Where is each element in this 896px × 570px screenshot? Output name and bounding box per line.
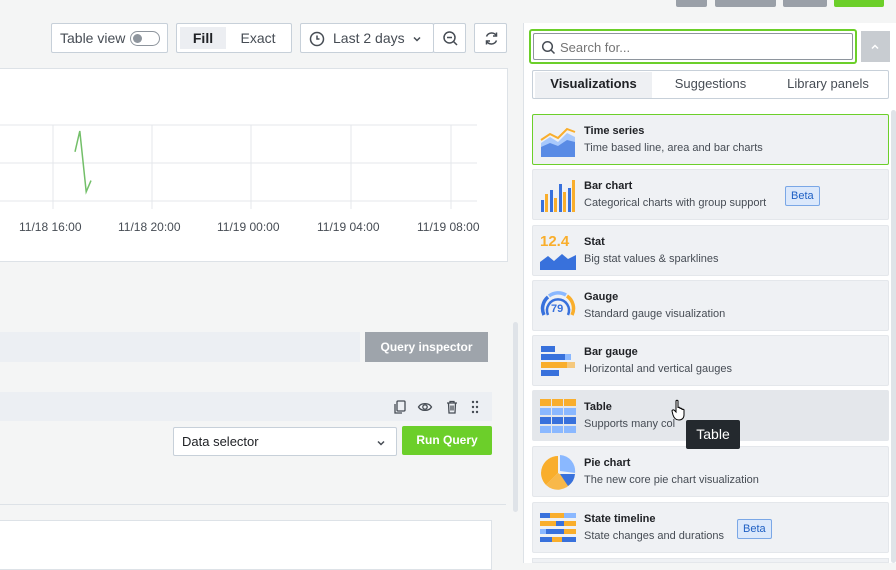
viz-card-gauge[interactable]: 79 Gauge Standard gauge visualization <box>532 280 889 331</box>
left-scrollbar[interactable] <box>513 322 518 512</box>
viz-name: Pie chart <box>584 457 631 469</box>
exact-button[interactable]: Exact <box>229 27 287 49</box>
tooltip: Table <box>686 420 740 449</box>
state-timeline-icon <box>540 513 576 542</box>
x-tick-label: 11/18 16:00 <box>19 220 82 234</box>
time-range-label: Last 2 days <box>333 30 405 46</box>
tab-suggestions[interactable]: Suggestions <box>652 72 769 98</box>
viz-name: Table <box>584 401 612 413</box>
beta-badge: Beta <box>785 186 820 206</box>
bar-chart-icon <box>541 180 575 212</box>
tab-library-panels[interactable]: Library panels <box>769 72 887 98</box>
collapse-sidebar-button[interactable] <box>861 31 890 62</box>
viz-desc: Supports many col <box>584 418 676 430</box>
viz-name: Time series <box>584 125 645 137</box>
table-view-toggle[interactable]: Table view <box>51 23 168 53</box>
series-line <box>74 130 92 195</box>
chevron-down-icon <box>413 36 421 42</box>
run-query-button[interactable]: Run Query <box>402 426 492 455</box>
viz-desc: State changes and durations <box>584 530 725 542</box>
viz-name: Bar gauge <box>584 346 638 358</box>
query-header-bar <box>0 332 360 362</box>
stat-icon: 12.4 <box>540 233 576 270</box>
time-range-picker[interactable]: Last 2 days <box>300 23 434 53</box>
gauge-icon: 79 <box>540 289 576 325</box>
viz-list-next-card <box>532 558 889 563</box>
search-box[interactable] <box>529 29 857 64</box>
toggle-switch[interactable] <box>130 31 160 46</box>
viz-desc: Standard gauge visualization <box>584 308 726 320</box>
viz-card-stat[interactable]: 12.4 Stat Big stat values & sparklines <box>532 225 889 276</box>
clock-icon <box>309 31 325 47</box>
viz-name: Stat <box>584 236 605 248</box>
stat-icon-value: 12.4 <box>540 233 570 250</box>
top-button-2[interactable] <box>715 0 776 7</box>
viz-name: State timeline <box>584 513 656 525</box>
eye-icon[interactable] <box>417 399 433 415</box>
pie-chart-icon <box>541 455 576 490</box>
viz-desc: The new core pie chart visualization <box>584 474 759 486</box>
viz-card-pie-chart[interactable]: Pie chart The new core pie chart visuali… <box>532 446 889 497</box>
table-icon <box>540 399 576 433</box>
fill-exact-group: Fill Exact <box>176 23 292 53</box>
x-tick-label: 11/19 08:00 <box>417 220 480 234</box>
viz-name: Bar chart <box>584 180 633 192</box>
refresh-button[interactable] <box>474 23 507 53</box>
search-input[interactable] <box>560 38 850 56</box>
viz-desc: Time based line, area and bar charts <box>584 142 763 154</box>
search-icon <box>541 40 556 55</box>
drag-handle-icon[interactable] <box>467 399 483 415</box>
data-selector-label: Data selector <box>182 434 259 449</box>
gauge-icon-value: 79 <box>551 303 564 315</box>
bar-gauge-icon <box>541 346 575 376</box>
zoom-out-icon <box>443 31 458 46</box>
hand-cursor-icon <box>671 399 685 421</box>
time-series-icon <box>540 127 576 157</box>
top-button-apply[interactable] <box>834 0 884 7</box>
viz-desc: Big stat values & sparklines <box>584 253 719 265</box>
data-selector-dropdown[interactable]: Data selector <box>173 427 397 456</box>
beta-badge: Beta <box>737 519 772 539</box>
chart-series <box>74 130 92 195</box>
copy-icon[interactable] <box>392 399 408 415</box>
zoom-out-button[interactable] <box>433 23 466 53</box>
section-divider <box>0 504 506 505</box>
refresh-icon <box>485 32 498 45</box>
fill-button[interactable]: Fill <box>180 27 226 49</box>
viz-name: Gauge <box>584 291 619 303</box>
viz-card-bar-gauge[interactable]: Bar gauge Horizontal and vertical gauges <box>532 335 889 386</box>
x-tick-label: 11/19 00:00 <box>217 220 280 234</box>
viz-card-bar-chart[interactable]: Bar chart Categorical charts with group … <box>532 169 889 220</box>
top-button-1[interactable] <box>676 0 707 7</box>
viz-desc: Horizontal and vertical gauges <box>584 363 732 375</box>
trash-icon[interactable] <box>444 399 460 415</box>
x-tick-label: 11/18 20:00 <box>118 220 181 234</box>
tab-visualizations[interactable]: Visualizations <box>535 72 652 98</box>
x-tick-label: 11/19 04:00 <box>317 220 380 234</box>
viz-desc: Categorical charts with group support <box>584 197 767 209</box>
viz-list-scrollbar[interactable] <box>891 110 896 563</box>
table-view-label: Table view <box>60 30 126 46</box>
viz-card-state-timeline[interactable]: State timeline State changes and duratio… <box>532 502 889 553</box>
chevron-up-icon <box>871 44 879 50</box>
chevron-down-icon <box>377 440 385 446</box>
top-button-3[interactable] <box>783 0 827 7</box>
query-inspector-button[interactable]: Query inspector <box>365 332 488 362</box>
viz-card-time-series[interactable]: Time series Time based line, area and ba… <box>532 114 889 165</box>
chart-grid <box>0 124 477 209</box>
